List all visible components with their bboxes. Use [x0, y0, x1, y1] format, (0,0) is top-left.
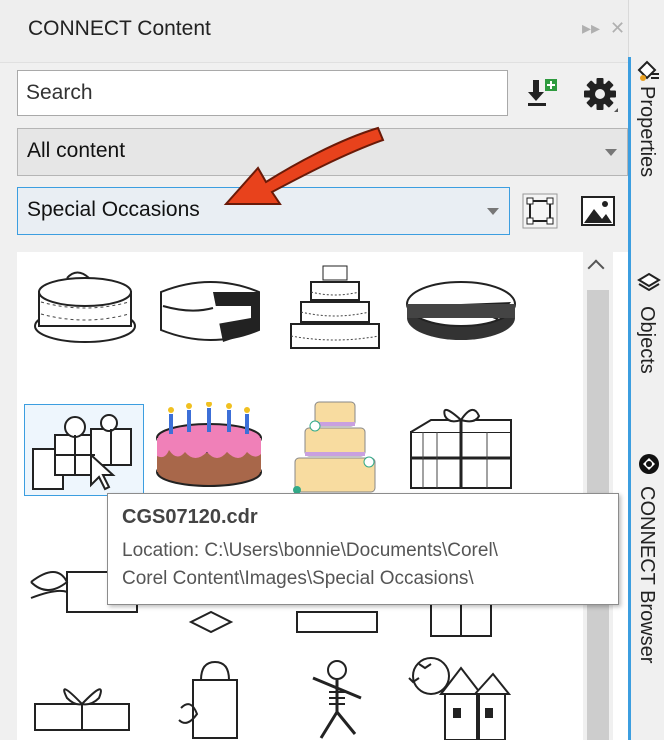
thumbnail-shopping-bag[interactable] [151, 658, 269, 740]
thumbnail-pink-birthday-cake[interactable] [151, 402, 269, 492]
tooltip-filename: CGS07120.cdr [122, 506, 258, 528]
thumbnail-sliced-cake[interactable] [151, 262, 269, 352]
import-content-icon[interactable] [526, 76, 560, 110]
panel-header: CONNECT Content ▸▸ ✕ [0, 0, 628, 63]
dropdown-arrow-icon [487, 208, 499, 215]
gift-pile-art [32, 414, 132, 491]
connect-content-panel: CONNECT Content ▸▸ ✕ All content Special… [0, 0, 629, 740]
dropdown-arrow-icon [605, 149, 617, 156]
collapse-panel-icon[interactable]: ▸▸ [582, 18, 600, 39]
folder-value: Special Occasions [27, 198, 200, 221]
content-filter-value: All content [27, 139, 126, 162]
properties-icon [637, 60, 659, 81]
thumbnail-gift-pile-selected[interactable] [24, 404, 144, 496]
tooltip-location-line-2: Corel Content\Images\Special Occasions\ [122, 568, 474, 589]
settings-gear-icon[interactable] [580, 74, 620, 114]
thumbnail-cake-line-art[interactable] [27, 262, 145, 352]
docker-tab-rail: Properties Objects CONNECT Browser [628, 0, 664, 740]
panel-title: CONNECT Content [28, 17, 211, 40]
thumbnail-tooltip: CGS07120.cdr Location: C:\Users\bonnie\D… [107, 493, 619, 605]
annotation-arrow [223, 126, 385, 205]
thumbnail-cheese-wheel[interactable] [401, 262, 519, 352]
thumbnail-flat-gift[interactable] [27, 658, 145, 740]
search-input[interactable] [17, 70, 508, 116]
thumbnail-dancing-skeleton[interactable] [277, 658, 395, 740]
tab-objects[interactable]: Objects [635, 306, 658, 374]
thumbnail-haunted-house[interactable] [401, 654, 519, 740]
connect-browser-icon [639, 454, 659, 474]
frame-view-icon[interactable] [522, 193, 558, 229]
thumbnail-yellow-wedding-cake[interactable] [285, 396, 385, 496]
objects-layers-icon [637, 272, 661, 292]
tab-properties[interactable]: Properties [635, 86, 658, 177]
tooltip-location-line-1: Location: C:\Users\bonnie\Documents\Core… [122, 540, 498, 561]
thumbnail-tiered-cake[interactable] [277, 262, 395, 352]
thumbnail-gift-box[interactable] [401, 402, 519, 492]
scroll-up-arrow-icon[interactable] [587, 259, 605, 277]
active-docker-indicator [628, 57, 631, 740]
tab-connect-browser[interactable]: CONNECT Browser [635, 486, 658, 663]
close-icon[interactable]: ✕ [610, 18, 625, 39]
image-view-icon[interactable] [580, 193, 616, 229]
